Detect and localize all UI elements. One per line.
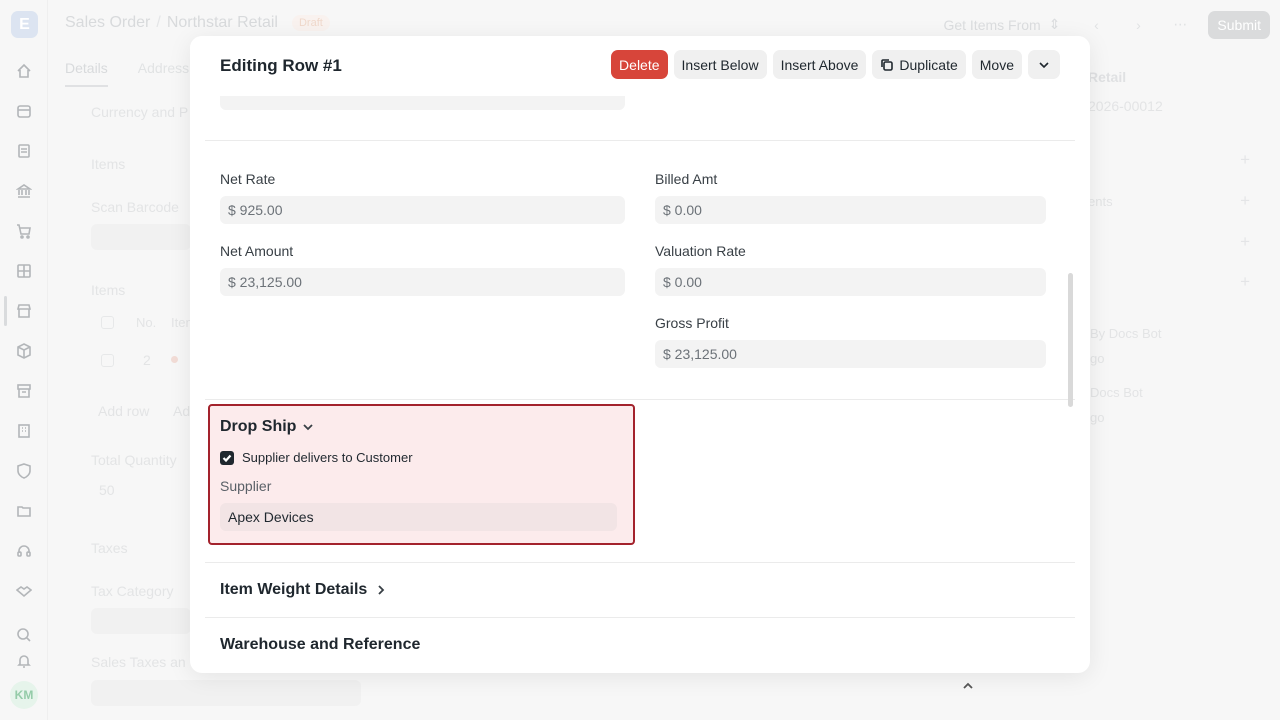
- net-amount-field[interactable]: $ 23,125.00: [220, 268, 625, 296]
- billed-amt-label: Billed Amt: [655, 171, 718, 187]
- row-actions: Delete Insert Below Insert Above Duplica…: [611, 50, 1060, 79]
- dialog-header: Editing Row #1 Delete Insert Below Inser…: [190, 36, 1090, 96]
- item-weight-title: Item Weight Details: [220, 581, 368, 598]
- supplier-field[interactable]: Apex Devices: [220, 503, 617, 531]
- checkmark-icon: [222, 454, 232, 463]
- net-rate-label: Net Rate: [220, 171, 276, 187]
- copy-icon: [881, 58, 894, 71]
- supplier-delivers-label[interactable]: Supplier delivers to Customer: [242, 450, 413, 465]
- scroll-to-top-button[interactable]: [955, 675, 981, 697]
- insert-above-button[interactable]: Insert Above: [772, 50, 867, 79]
- section-divider: [205, 140, 1075, 141]
- duplicate-label: Duplicate: [899, 56, 958, 73]
- section-divider: [205, 399, 1075, 400]
- edit-row-dialog: Net Rate $ 925.00 Net Amount $ 23,125.00…: [190, 36, 1090, 673]
- duplicate-button[interactable]: Duplicate: [872, 50, 966, 79]
- dialog-title: Editing Row #1: [220, 56, 342, 75]
- warehouse-section-toggle[interactable]: Warehouse and Reference: [220, 636, 420, 654]
- valuation-rate-field[interactable]: $ 0.00: [655, 268, 1046, 296]
- chevron-up-icon: [963, 682, 973, 689]
- net-amount-label: Net Amount: [220, 243, 294, 259]
- move-button[interactable]: Move: [971, 50, 1022, 79]
- warehouse-title: Warehouse and Reference: [220, 636, 421, 653]
- delete-button[interactable]: Delete: [611, 50, 668, 79]
- insert-below-button[interactable]: Insert Below: [673, 50, 767, 79]
- supplier-label: Supplier: [220, 478, 272, 494]
- section-divider: [205, 562, 1075, 563]
- drop-ship-section-toggle[interactable]: Drop Ship: [220, 418, 314, 436]
- gross-profit-label: Gross Profit: [655, 315, 729, 331]
- item-weight-section-toggle[interactable]: Item Weight Details: [220, 581, 387, 599]
- collapse-dialog-button[interactable]: [1028, 50, 1060, 79]
- valuation-rate-label: Valuation Rate: [655, 243, 746, 259]
- net-rate-field[interactable]: $ 925.00: [220, 196, 625, 224]
- drop-ship-title: Drop Ship: [220, 418, 297, 435]
- dialog-scrollbar[interactable]: [1068, 273, 1073, 407]
- chevron-down-icon: [1039, 61, 1049, 68]
- gross-profit-field[interactable]: $ 23,125.00: [655, 340, 1046, 368]
- supplier-delivers-checkbox[interactable]: [220, 451, 234, 465]
- chevron-down-icon: [303, 424, 314, 431]
- section-divider: [205, 617, 1075, 618]
- dialog-body: Net Rate $ 925.00 Net Amount $ 23,125.00…: [190, 36, 1090, 673]
- chevron-right-icon: [378, 585, 385, 595]
- billed-amt-field[interactable]: $ 0.00: [655, 196, 1046, 224]
